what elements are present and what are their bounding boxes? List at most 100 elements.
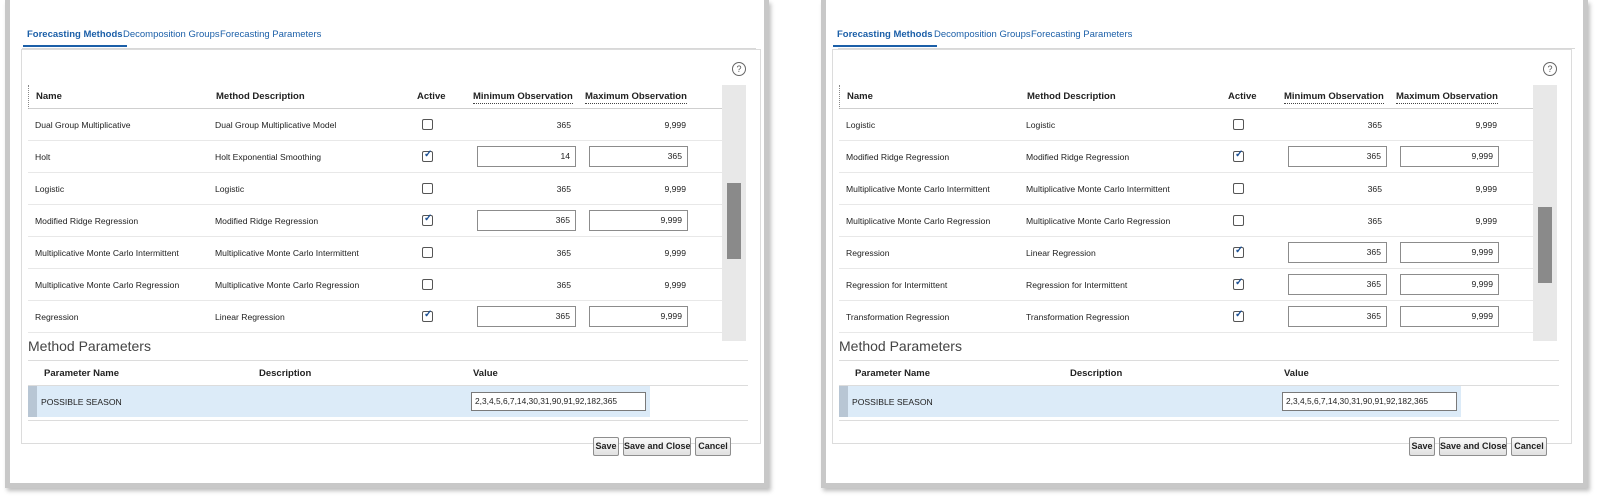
min-observation-input[interactable]: 365 <box>1288 242 1387 263</box>
method-parameters-title: Method Parameters <box>28 338 151 354</box>
col-active[interactable]: Active <box>1228 91 1257 102</box>
active-checkbox[interactable] <box>422 213 433 226</box>
col-name[interactable]: Name <box>36 91 62 102</box>
col-name[interactable]: Name <box>847 91 873 102</box>
vertical-scrollbar[interactable] <box>1533 85 1557 341</box>
active-checkbox[interactable] <box>1233 215 1244 226</box>
scrollbar-thumb[interactable] <box>727 183 741 259</box>
min-observation-value: 365 <box>1367 120 1382 130</box>
methods-panel: ? Name Method Description Active Minimum… <box>21 49 761 444</box>
max-observation-input[interactable]: 9,999 <box>1400 146 1499 167</box>
parameter-row[interactable]: POSSIBLE SEASON 2,3,4,5,6,7,14,30,31,90,… <box>28 386 650 417</box>
save-and-close-button[interactable]: Save and Close <box>623 437 691 456</box>
table-row[interactable]: Regression Linear Regression 365 9,999 <box>839 237 1534 269</box>
tab-forecasting-methods[interactable]: Forecasting Methods <box>23 29 127 47</box>
active-checkbox[interactable] <box>422 247 433 258</box>
method-description: Multiplicative Monte Carlo Regression <box>215 280 360 290</box>
parameter-value-input[interactable]: 2,3,4,5,6,7,14,30,31,90,91,92,182,365 <box>471 392 646 411</box>
method-description: Transformation Regression <box>1026 312 1130 322</box>
min-observation-input[interactable]: 365 <box>1288 274 1387 295</box>
col-max-observation[interactable]: Maximum Observation <box>585 91 687 104</box>
method-description: Regression for Intermittent <box>1026 280 1128 290</box>
method-description: Holt Exponential Smoothing <box>215 152 322 162</box>
active-checkbox[interactable] <box>1233 183 1244 194</box>
max-observation-input[interactable]: 365 <box>589 146 688 167</box>
col-parameter-name: Parameter Name <box>855 368 930 379</box>
dialog-right: Forecasting Methods Decomposition Groups… <box>821 0 1588 488</box>
table-row[interactable]: Regression for Intermittent Regression fo… <box>839 269 1534 301</box>
table-row[interactable]: Transformation Regression Transformation … <box>839 301 1534 333</box>
max-observation-input[interactable]: 9,999 <box>1400 242 1499 263</box>
active-checkbox[interactable] <box>422 149 433 162</box>
col-max-observation[interactable]: Maximum Observation <box>1396 91 1498 104</box>
col-description[interactable]: Method Description <box>1027 91 1116 102</box>
min-observation-input[interactable]: 365 <box>1288 306 1387 327</box>
min-observation-value: 365 <box>1367 184 1382 194</box>
table-row[interactable]: Modified Ridge Regression Modified Ridge … <box>839 141 1534 173</box>
min-observation-input[interactable]: 14 <box>477 146 576 167</box>
method-name: Holt <box>35 152 51 162</box>
active-checkbox[interactable] <box>422 183 433 194</box>
method-name: Multiplicative Monte Carlo Regression <box>846 216 991 226</box>
method-name: Regression for Intermittent <box>846 280 948 290</box>
help-icon[interactable]: ? <box>732 62 746 76</box>
tab-forecasting-methods[interactable]: Forecasting Methods <box>833 29 937 47</box>
scrollbar-thumb[interactable] <box>1538 207 1552 283</box>
tab-forecasting-parameters[interactable]: Forecasting Parameters <box>1031 29 1132 40</box>
active-checkbox[interactable] <box>1233 119 1244 130</box>
col-parameter-description: Description <box>1070 368 1123 379</box>
parameter-name: POSSIBLE SEASON <box>41 397 122 407</box>
save-and-close-button[interactable]: Save and Close <box>1439 437 1507 456</box>
tab-decomposition-groups[interactable]: Decomposition Groups <box>123 29 220 40</box>
max-observation-input[interactable]: 9,999 <box>1400 306 1499 327</box>
active-checkbox[interactable] <box>422 279 433 290</box>
table-row[interactable]: Logistic Logistic 365 9,999 <box>28 173 723 205</box>
method-description: Dual Group Multiplicative Model <box>215 120 337 130</box>
table-row[interactable]: Multiplicative Monte Carlo Intermittent M… <box>839 173 1534 205</box>
max-observation-input[interactable]: 9,999 <box>589 210 688 231</box>
table-row[interactable]: Regression Linear Regression 365 9,999 <box>28 301 723 333</box>
table-row[interactable]: Multiplicative Monte Carlo Intermittent M… <box>28 237 723 269</box>
active-checkbox[interactable] <box>1233 309 1244 322</box>
help-icon[interactable]: ? <box>1543 62 1557 76</box>
active-checkbox[interactable] <box>1233 277 1244 290</box>
tab-bar: Forecasting Methods Decomposition Groups… <box>22 24 756 49</box>
save-button[interactable]: Save <box>1409 437 1435 456</box>
min-observation-input[interactable]: 365 <box>477 210 576 231</box>
col-min-observation[interactable]: Minimum Observation <box>1284 91 1384 104</box>
min-observation-input[interactable]: 365 <box>477 306 576 327</box>
col-description[interactable]: Method Description <box>216 91 305 102</box>
min-observation-value: 365 <box>556 280 571 290</box>
col-active[interactable]: Active <box>417 91 446 102</box>
methods-grid: Name Method Description Active Minimum O… <box>839 85 1534 341</box>
active-checkbox[interactable] <box>422 309 433 322</box>
active-checkbox[interactable] <box>1233 149 1244 162</box>
col-min-observation[interactable]: Minimum Observation <box>473 91 573 104</box>
method-name: Regression <box>846 248 890 258</box>
grid-body: Logistic Logistic 365 9,999 Modified Ridge R… <box>839 109 1534 341</box>
table-row[interactable]: Logistic Logistic 365 9,999 <box>839 109 1534 141</box>
method-description: Modified Ridge Regression <box>215 216 319 226</box>
method-description: Logistic <box>215 184 245 194</box>
tab-decomposition-groups[interactable]: Decomposition Groups <box>934 29 1031 40</box>
active-checkbox[interactable] <box>1233 245 1244 258</box>
tab-forecasting-parameters[interactable]: Forecasting Parameters <box>220 29 321 40</box>
cancel-button[interactable]: Cancel <box>695 437 731 456</box>
method-name: Logistic <box>35 184 65 194</box>
active-checkbox[interactable] <box>422 119 433 130</box>
table-row[interactable]: Multiplicative Monte Carlo Regression Mul… <box>28 269 723 301</box>
parameter-row[interactable]: POSSIBLE SEASON 2,3,4,5,6,7,14,30,31,90,… <box>839 386 1461 417</box>
table-row[interactable]: Dual Group Multiplicative Dual Group Mult… <box>28 109 723 141</box>
max-observation-value: 9,999 <box>664 280 686 290</box>
table-row[interactable]: Modified Ridge Regression Modified Ridge … <box>28 205 723 237</box>
max-observation-input[interactable]: 9,999 <box>589 306 688 327</box>
save-button[interactable]: Save <box>593 437 619 456</box>
parameter-value-input[interactable]: 2,3,4,5,6,7,14,30,31,90,91,92,182,365 <box>1282 392 1457 411</box>
table-row[interactable]: Holt Holt Exponential Smoothing 14 365 <box>28 141 723 173</box>
cancel-button[interactable]: Cancel <box>1511 437 1547 456</box>
vertical-scrollbar[interactable] <box>722 85 746 341</box>
max-observation-input[interactable]: 9,999 <box>1400 274 1499 295</box>
method-name: Regression <box>35 312 79 322</box>
table-row[interactable]: Multiplicative Monte Carlo Regression Mul… <box>839 205 1534 237</box>
min-observation-input[interactable]: 365 <box>1288 146 1387 167</box>
